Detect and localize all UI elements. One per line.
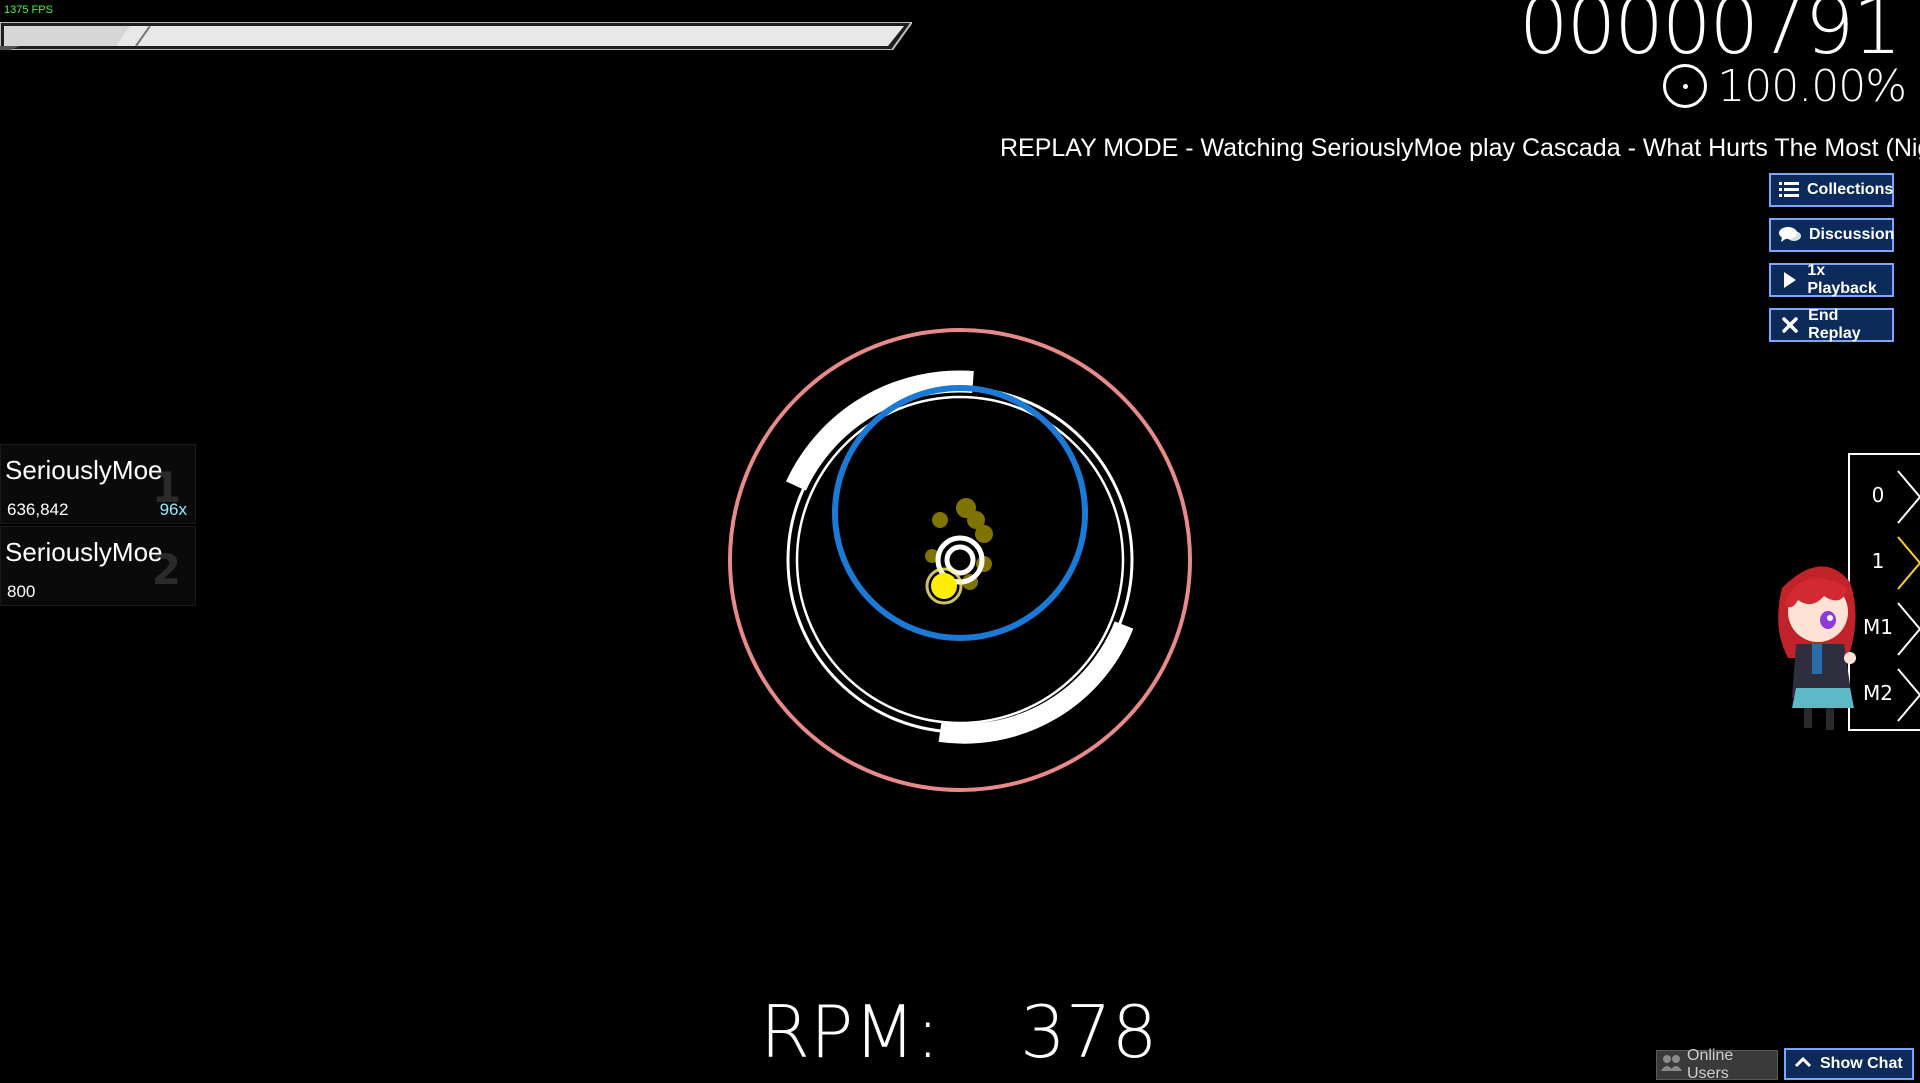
fps-counter: 1375 FPS (4, 4, 53, 16)
score-counter: 00000791 (1518, 0, 1902, 72)
health-fill (4, 26, 130, 46)
end-replay-label: End Replay (1808, 307, 1861, 342)
online-users-label: Online Users (1687, 1047, 1734, 1082)
rpm-label: RPM: (760, 990, 940, 1074)
health-bar (0, 21, 914, 51)
key-0: 0 (1850, 463, 1920, 529)
scoreboard-player-name: SeriouslyMoe (5, 455, 163, 485)
online-users-button[interactable]: Online Users (1656, 1047, 1778, 1082)
spinner-arc (938, 621, 1134, 744)
spinner (728, 328, 1192, 792)
scoreboard-entry: 1 SeriouslyMoe 636,842 96x (0, 444, 196, 524)
spinner-approach-circle (728, 328, 1192, 792)
playback-speed-button[interactable]: 1x Playback (1769, 262, 1894, 297)
discussion-label: Discussion (1809, 226, 1895, 243)
discussion-button[interactable]: Discussion (1769, 218, 1894, 252)
playback-speed-label: 1x Playback (1807, 262, 1877, 297)
scoreboard-player-name: SeriouslyMoe (5, 537, 163, 567)
show-chat-label: Show Chat (1820, 1055, 1903, 1072)
key-label: 0 (1871, 483, 1885, 507)
scoreboard-score: 636,842 (7, 500, 69, 519)
show-chat-button[interactable]: Show Chat (1784, 1048, 1914, 1080)
users-icon (1661, 1054, 1683, 1077)
accuracy-pie-icon (1663, 64, 1708, 108)
rpm-value: 378 (1020, 990, 1158, 1074)
replay-mode-text: REPLAY MODE - Watching SeriouslyMoe play… (1000, 134, 1920, 162)
collections-button[interactable]: Collections (1769, 173, 1894, 207)
accuracy-value: 100.00% (1717, 60, 1907, 112)
chevron-up-icon (1794, 1055, 1812, 1073)
scoreboard-entry: 2 SeriouslyMoe 800 (0, 526, 196, 606)
scoreboard-combo: 96x (159, 500, 187, 519)
accuracy-row: 100.00% (1663, 60, 1907, 112)
close-icon (1779, 314, 1800, 336)
chat-bubbles-icon (1779, 224, 1801, 246)
mascot-character-image (1778, 566, 1856, 730)
list-icon (1779, 179, 1799, 201)
play-icon (1779, 269, 1799, 291)
collections-label: Collections (1807, 181, 1894, 198)
cursor (931, 573, 957, 599)
scoreboard-score: 800 (7, 582, 36, 601)
end-replay-button[interactable]: End Replay (1769, 307, 1894, 342)
